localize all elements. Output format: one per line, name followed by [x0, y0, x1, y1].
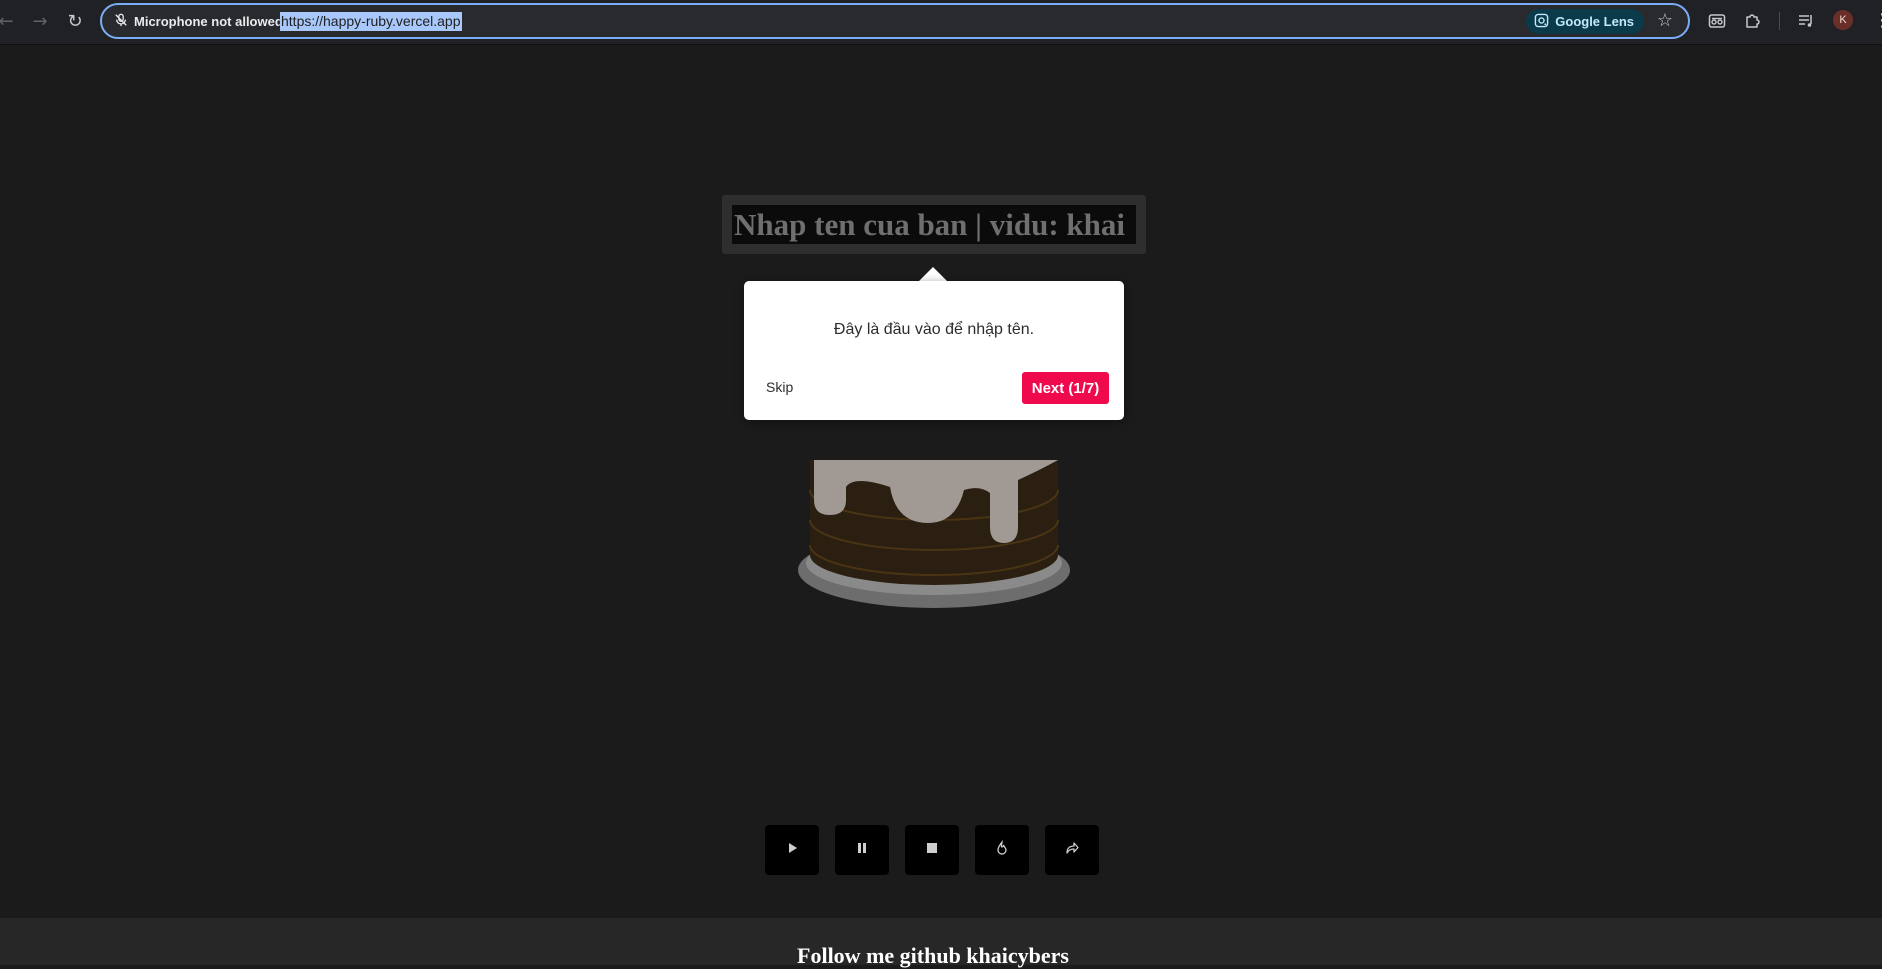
media-queue-icon[interactable] — [1794, 9, 1818, 33]
play-button[interactable] — [765, 825, 819, 875]
stop-button[interactable] — [905, 825, 959, 875]
tour-popover: Đây là đầu vào để nhập tên. Skip Next (1… — [744, 281, 1124, 420]
pause-button[interactable] — [835, 825, 889, 875]
flame-icon — [994, 839, 1010, 861]
reload-icon[interactable]: ↻ — [63, 9, 87, 33]
footer-github-link[interactable]: Follow me github khaicybers — [0, 943, 1866, 969]
pause-icon — [854, 840, 870, 861]
candle-button[interactable] — [975, 825, 1029, 875]
page-content: Follow me github khaicybers Đây là đầu v… — [0, 45, 1882, 968]
player-controls — [765, 825, 1099, 875]
play-icon — [784, 840, 800, 861]
url-text[interactable]: https://happy-ruby.vercel.app — [280, 12, 462, 31]
share-icon — [1064, 840, 1080, 861]
name-input-container — [722, 195, 1146, 254]
popover-arrow — [918, 267, 948, 282]
mic-off-icon — [114, 13, 128, 30]
google-lens-label: Google Lens — [1555, 14, 1634, 29]
bookmark-star-icon[interactable]: ☆ — [1654, 10, 1676, 32]
google-lens-chip[interactable]: Google Lens — [1526, 9, 1644, 34]
back-arrow-icon[interactable]: ← — [0, 9, 18, 33]
name-input[interactable] — [732, 205, 1136, 244]
skip-button[interactable]: Skip — [766, 379, 793, 395]
google-lens-icon — [1534, 13, 1549, 31]
next-button[interactable]: Next (1/7) — [1022, 372, 1109, 404]
mic-status-label: Microphone not allowed — [134, 14, 283, 29]
toolbar-divider — [1779, 12, 1780, 30]
incognito-icon[interactable] — [1705, 9, 1729, 33]
footer: Follow me github khaicybers — [0, 918, 1882, 968]
mic-permission-chip[interactable]: Microphone not allowed — [110, 10, 293, 33]
kebab-menu-icon[interactable]: ⋮ — [1873, 9, 1882, 33]
share-button[interactable] — [1045, 825, 1099, 875]
browser-toolbar: ← → ↻ Microphone not allowed https://hap… — [0, 0, 1882, 45]
forward-arrow-icon[interactable]: → — [28, 9, 52, 33]
extensions-icon[interactable] — [1741, 9, 1765, 33]
stop-icon — [924, 840, 940, 861]
profile-avatar[interactable]: K — [1833, 10, 1853, 30]
tour-message: Đây là đầu vào để nhập tên. — [833, 321, 1035, 338]
address-bar[interactable]: Microphone not allowed https://happy-rub… — [100, 3, 1690, 39]
